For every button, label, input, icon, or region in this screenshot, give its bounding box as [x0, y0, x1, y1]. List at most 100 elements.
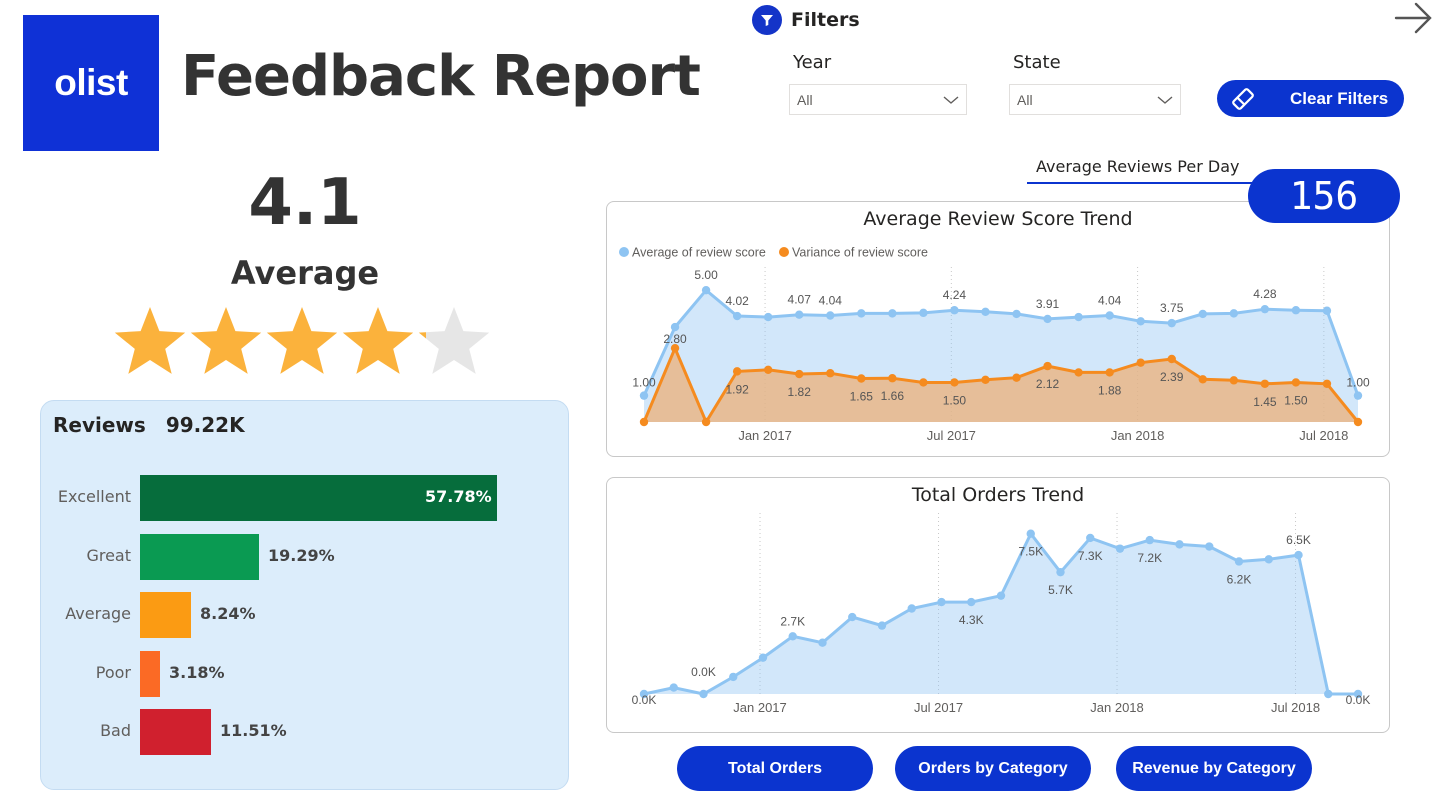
kpi-underline [1027, 182, 1255, 184]
data-point[interactable] [826, 311, 835, 320]
data-point[interactable] [950, 306, 959, 315]
clear-filters-button[interactable]: Clear Filters [1217, 80, 1404, 117]
data-point[interactable] [1260, 379, 1270, 388]
data-point[interactable] [1353, 417, 1363, 427]
data-point[interactable] [1145, 535, 1154, 545]
data-point[interactable] [1324, 689, 1333, 699]
data-point[interactable] [1136, 317, 1145, 326]
review-bar[interactable] [140, 592, 191, 638]
state-dropdown[interactable]: All [1009, 84, 1181, 115]
data-point[interactable] [1322, 379, 1332, 388]
data-label: 1.82 [788, 385, 812, 399]
data-point[interactable] [996, 591, 1006, 600]
data-point[interactable] [1105, 311, 1114, 320]
data-point[interactable] [763, 312, 773, 322]
data-point[interactable] [1086, 533, 1095, 543]
data-point[interactable] [795, 369, 804, 379]
review-bar[interactable] [140, 533, 259, 580]
data-point[interactable] [1043, 361, 1052, 371]
data-label: 5.00 [694, 268, 718, 282]
data-point[interactable] [795, 310, 804, 319]
data-point[interactable] [981, 307, 990, 316]
data-point[interactable] [981, 375, 990, 385]
review-bar[interactable] [140, 650, 160, 697]
data-point[interactable] [639, 417, 649, 427]
data-label: 4.07 [788, 293, 812, 307]
data-point[interactable] [1012, 373, 1021, 382]
review-bar-row: Bad 11.51% [41, 709, 570, 755]
data-point[interactable] [701, 417, 711, 427]
data-label: 1.45 [1253, 395, 1277, 409]
data-point[interactable] [877, 621, 887, 630]
avg-reviews-per-day-value: 156 [1248, 169, 1400, 223]
data-point[interactable] [1175, 540, 1184, 549]
data-label: 0.0K [691, 665, 716, 679]
data-point[interactable] [888, 374, 897, 383]
data-label: 7.3K [1078, 549, 1103, 563]
data-point[interactable] [950, 378, 959, 387]
data-point[interactable] [1264, 555, 1273, 564]
data-point[interactable] [1043, 314, 1052, 324]
data-point[interactable] [967, 597, 976, 607]
total-orders-button[interactable]: Total Orders [677, 746, 873, 791]
orders-by-category-button[interactable]: Orders by Category [895, 746, 1091, 791]
data-point[interactable] [1291, 378, 1301, 387]
data-point[interactable] [732, 311, 742, 321]
data-point[interactable] [857, 309, 866, 318]
data-point[interactable] [1105, 368, 1114, 377]
data-point[interactable] [788, 632, 797, 641]
year-dropdown[interactable]: All [789, 84, 967, 115]
data-point[interactable] [639, 391, 649, 400]
data-point[interactable] [763, 365, 773, 374]
data-point[interactable] [669, 683, 678, 692]
data-point[interactable] [1198, 375, 1207, 384]
review-category-label: Great [86, 545, 131, 565]
data-point[interactable] [818, 638, 827, 647]
data-point[interactable] [1353, 391, 1363, 400]
review-category-label: Excellent [57, 487, 131, 506]
data-point[interactable] [848, 612, 857, 622]
revenue-by-category-button[interactable]: Revenue by Category [1116, 746, 1312, 791]
data-point[interactable] [699, 689, 708, 699]
data-point[interactable] [701, 285, 711, 295]
data-point[interactable] [937, 597, 946, 607]
data-point[interactable] [1294, 550, 1303, 560]
arrow-right-icon[interactable] [1394, 0, 1434, 36]
data-point[interactable] [1074, 368, 1083, 377]
data-point[interactable] [1074, 312, 1083, 322]
data-point[interactable] [888, 309, 897, 318]
data-point[interactable] [1136, 358, 1145, 367]
data-point[interactable] [1012, 309, 1021, 319]
data-point[interactable] [1205, 542, 1214, 551]
data-label: 5.7K [1048, 583, 1073, 597]
data-point[interactable] [1167, 354, 1176, 364]
review-percent-label: 57.78% [425, 487, 492, 506]
review-bar-row: Great 19.29% [41, 533, 570, 580]
olist-logo: olist [23, 15, 159, 151]
data-point[interactable] [919, 308, 928, 318]
data-point[interactable] [670, 322, 680, 332]
data-point[interactable] [758, 653, 768, 662]
data-point[interactable] [1229, 309, 1239, 318]
data-point[interactable] [1115, 544, 1125, 553]
data-point[interactable] [729, 672, 738, 682]
data-point[interactable] [1291, 306, 1301, 315]
data-point[interactable] [1198, 309, 1207, 319]
data-point[interactable] [826, 369, 835, 378]
review-bar-row: Excellent 57.78% [41, 475, 570, 521]
review-percent-label: 19.29% [268, 545, 335, 565]
data-point[interactable] [907, 604, 916, 613]
review-bar[interactable] [140, 709, 211, 755]
data-point[interactable] [1167, 318, 1176, 328]
data-point[interactable] [919, 378, 928, 387]
data-point[interactable] [1229, 376, 1239, 385]
data-point[interactable] [1260, 304, 1270, 314]
average-score-value: 4.1 [248, 166, 362, 240]
data-point[interactable] [732, 367, 742, 376]
data-point[interactable] [1322, 306, 1332, 315]
data-point[interactable] [1234, 557, 1244, 566]
data-point[interactable] [1026, 529, 1035, 538]
data-point[interactable] [1056, 567, 1065, 577]
data-point[interactable] [857, 374, 866, 383]
data-label: 2.12 [1036, 377, 1060, 391]
